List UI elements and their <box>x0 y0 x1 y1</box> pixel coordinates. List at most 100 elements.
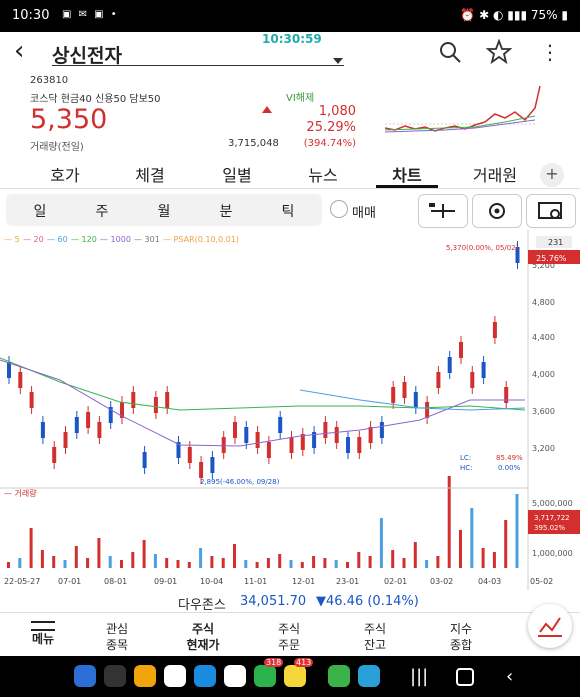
ma-line <box>0 357 526 411</box>
index-ticker[interactable]: 다우존스 34,051.70 ▼46.46 (0.14%) <box>0 592 580 613</box>
stock-name[interactable]: 상신전자 <box>52 41 122 68</box>
nav-balance[interactable]: 주식 잔고 <box>340 621 410 653</box>
volume-tag-value: 3,717,722 <box>534 514 570 522</box>
volume-bar <box>492 552 496 568</box>
period-minute[interactable]: 분 <box>206 201 246 221</box>
telegram-icon[interactable] <box>358 665 380 687</box>
nav-current-price[interactable]: 주식 현재가 <box>168 621 238 653</box>
crosshair-icon <box>429 203 455 218</box>
top-tag-label: 231 <box>548 238 563 247</box>
ma-line <box>0 359 525 447</box>
crosshair-button[interactable] <box>418 194 468 228</box>
notification-icons: ▣ ✉ ▣ • <box>62 9 119 20</box>
trade-checkbox[interactable] <box>330 200 348 218</box>
home-icon[interactable] <box>456 668 474 686</box>
date-tick: 02-01 <box>384 577 407 586</box>
chart-legend: — 5— 20— 60— 120— 1000— 301— PSAR(0.10,0… <box>4 235 239 244</box>
nav-menu[interactable]: 메뉴 <box>8 621 78 647</box>
app-icon[interactable] <box>134 665 156 687</box>
tab-hoga[interactable]: 호가 <box>30 162 100 186</box>
price-tick: 4,400 <box>532 333 555 342</box>
back-icon[interactable]: ‹ <box>14 36 24 66</box>
volume-tag-ratio: 395.02% <box>534 524 565 532</box>
index-change: ▼46.46 (0.14%) <box>316 594 419 609</box>
clock: 10:30:59 <box>262 32 322 46</box>
title-bar: ‹ 상신전자 10:30:59 ⋮ <box>0 32 580 72</box>
period-week[interactable]: 주 <box>82 201 122 221</box>
stock-tags: 코스닥 현금40 신용50 담보50 <box>30 94 161 105</box>
period-month[interactable]: 월 <box>144 201 184 221</box>
candle-body <box>470 372 475 388</box>
chart-line-icon <box>538 617 562 637</box>
app-icon[interactable] <box>104 665 126 687</box>
volume-bar <box>323 558 327 568</box>
kakaotalk-icon[interactable] <box>284 665 306 687</box>
app-icon[interactable] <box>74 665 96 687</box>
android-nav-bar: 318 413 ||| ‹ <box>0 656 580 697</box>
candle-body <box>221 437 226 453</box>
notification-badge: 318 <box>264 658 284 667</box>
period-day[interactable]: 일 <box>20 201 60 221</box>
volume-bar <box>312 556 316 568</box>
volume-bar <box>481 548 485 568</box>
date-tick: 09-01 <box>154 577 177 586</box>
price-tick: 4,800 <box>532 298 555 307</box>
volume-bar <box>97 538 101 568</box>
search-icon[interactable] <box>438 40 462 64</box>
candle-body <box>233 422 237 438</box>
volume-bar <box>176 560 180 568</box>
volume-bar <box>391 550 395 568</box>
naver-icon[interactable] <box>254 665 276 687</box>
tab-daily[interactable]: 일별 <box>202 162 272 186</box>
volume-bar <box>255 562 259 568</box>
volume-bar <box>289 560 293 568</box>
date-tick: 11-01 <box>244 577 267 586</box>
legend-item: — 60 <box>47 235 68 244</box>
more-icon[interactable]: ⋮ <box>540 40 560 64</box>
nav-watchlist[interactable]: 관심 종목 <box>82 621 152 653</box>
volume-bar <box>63 560 67 568</box>
notification-badge: 413 <box>294 658 314 667</box>
price-tick: 3,600 <box>532 407 555 416</box>
tab-chart[interactable]: 차트 <box>372 162 442 186</box>
back-nav-icon[interactable]: ‹ <box>506 666 513 687</box>
chart-fab-button[interactable] <box>528 604 572 648</box>
line-icon[interactable] <box>328 665 350 687</box>
candle-body <box>52 447 57 463</box>
nav-index[interactable]: 지수 종합 <box>426 621 496 653</box>
candle-body <box>334 427 339 443</box>
candle-body <box>323 422 328 438</box>
candlestick-chart[interactable]: — 5— 20— 60— 120— 1000— 301— PSAR(0.10,0… <box>0 230 580 610</box>
legend-item: — 5 <box>4 235 20 244</box>
recent-apps-icon[interactable]: ||| <box>410 666 428 687</box>
app-icon[interactable] <box>194 665 216 687</box>
date-tick: 08-01 <box>104 577 127 586</box>
app-icon[interactable] <box>164 665 186 687</box>
tab-broker[interactable]: 거래원 <box>460 162 530 186</box>
price-tick: 4,000 <box>532 370 555 379</box>
nav-order[interactable]: 주식 주문 <box>254 621 324 653</box>
status-time: 10:30 <box>12 8 50 23</box>
candle-body <box>63 432 68 448</box>
date-tick: 03-02 <box>430 577 453 586</box>
tab-bar: 호가 체결 일별 뉴스 차트 거래원 <box>0 156 580 189</box>
legend-item: — 20 <box>23 235 44 244</box>
status-bar: 10:30 ▣ ✉ ▣ • ⏰ ✱ ◐ ▮▮▮ 75% ▮ <box>0 0 580 32</box>
dropdown-icon[interactable] <box>333 58 343 64</box>
mini-chart[interactable] <box>385 84 545 142</box>
volume-bar <box>29 528 33 568</box>
app-icon[interactable] <box>224 665 246 687</box>
volume-bar <box>40 550 44 568</box>
period-tick[interactable]: 틱 <box>268 201 308 221</box>
change-rate: 25.29% <box>306 120 356 135</box>
add-tab-icon[interactable]: + <box>540 163 564 187</box>
tab-trades[interactable]: 체결 <box>115 162 185 186</box>
trade-label[interactable]: 매매 <box>352 202 376 221</box>
hc-label: HC: <box>460 464 473 472</box>
chart-search-button[interactable] <box>526 194 576 228</box>
settings-button[interactable] <box>472 194 522 228</box>
star-icon[interactable] <box>486 39 512 65</box>
candle-body <box>413 392 418 408</box>
tab-news[interactable]: 뉴스 <box>288 162 358 186</box>
screen-search-icon <box>538 202 562 219</box>
